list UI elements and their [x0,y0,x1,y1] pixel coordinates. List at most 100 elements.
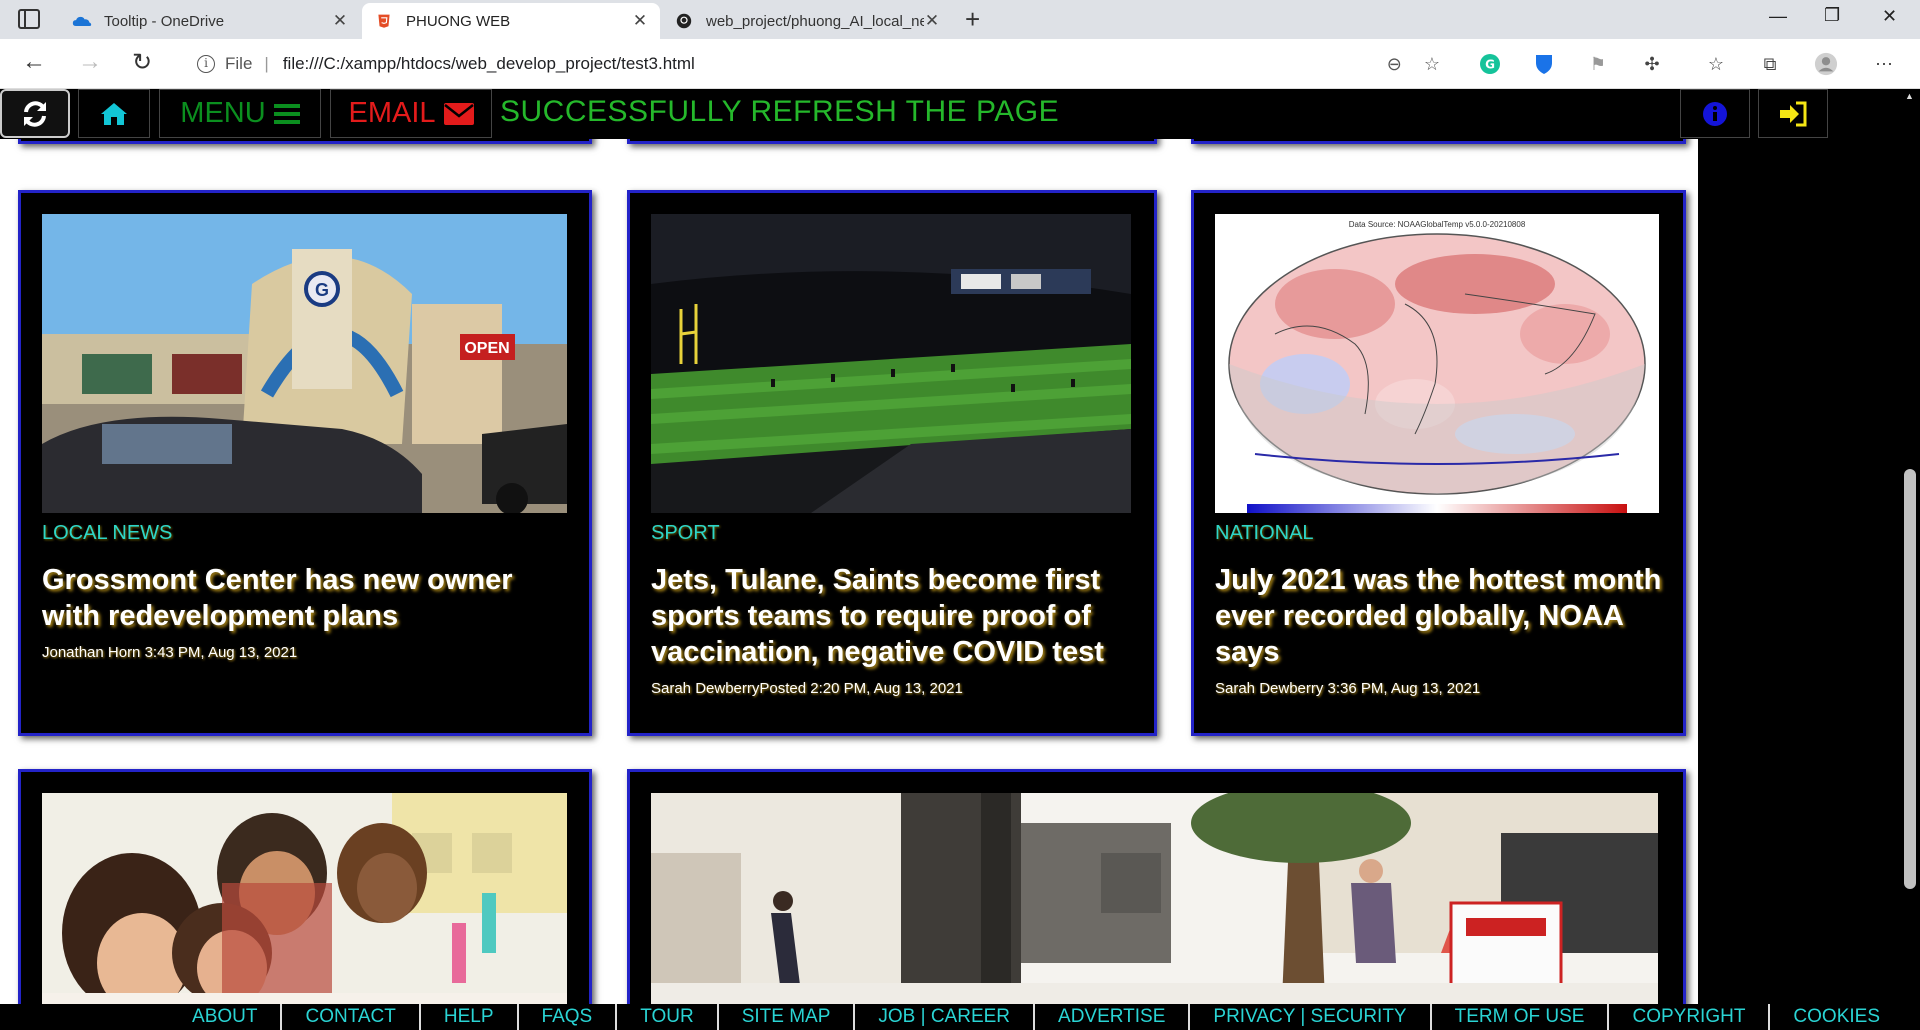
menu-label: MENU [180,97,266,129]
email-label: EMAIL [348,97,436,129]
news-image[interactable] [42,793,567,1023]
page-scrollbar[interactable]: ▲ [1900,89,1920,1030]
news-card[interactable]: SPORT Jets, Tulane, Saints become first … [627,190,1157,736]
zoom-out-icon[interactable]: ⊖ [1387,54,1402,75]
footer-link-help[interactable]: HELP [421,1004,519,1030]
right-black-panel [1698,89,1900,1030]
url-scheme: File [225,54,253,73]
footer-nav: ABOUT CONTACT HELP FAQS TOUR SITE MAP JO… [0,1004,1900,1030]
svg-text:G: G [1485,58,1495,72]
address-bar[interactable]: i File | file:///C:/xampp/htdocs/web_dev… [182,45,1454,83]
headline[interactable]: July 2021 was the hottest month ever rec… [1215,562,1667,670]
byline: Jonathan Horn 3:43 PM, Aug 13, 2021 [42,644,298,661]
restore-icon[interactable]: ❐ [1824,5,1840,26]
close-window-icon[interactable]: ✕ [1882,6,1897,27]
news-card[interactable] [627,769,1686,1030]
profile-avatar[interactable] [1814,52,1838,76]
email-button[interactable]: EMAIL [330,89,492,138]
tab-github[interactable]: web_project/phuong_AI_local_ne ✕ [662,3,952,39]
refresh-button[interactable] [0,89,70,138]
scroll-up-icon[interactable]: ▲ [1905,91,1914,101]
tab-onedrive[interactable]: Tooltip - OneDrive ✕ [60,3,360,39]
svg-text:G: G [315,280,329,300]
footer-link-tour[interactable]: TOUR [617,1004,719,1030]
close-tab-icon[interactable]: ✕ [924,11,940,31]
news-card[interactable]: Data Source: NOAAGlobalTemp v5.0.0-20210… [1191,190,1686,736]
sign-in-icon [1780,101,1807,126]
html5-icon [378,14,390,28]
temperature-map-image: Data Source: NOAAGlobalTemp v5.0.0-20210… [1215,214,1659,513]
byline: Sarah Dewberry 3:36 PM, Aug 13, 2021 [1215,680,1481,697]
footer-link-copyright[interactable]: COPYRIGHT [1609,1004,1771,1030]
scroll-thumb[interactable] [1904,469,1916,889]
footer-link-advertise[interactable]: ADVERTISE [1035,1004,1191,1030]
login-button[interactable] [1758,89,1828,138]
open-sign-text: OPEN [464,340,509,357]
minimize-icon[interactable]: — [1769,6,1787,27]
footer-link-about[interactable]: ABOUT [169,1004,283,1030]
reload-icon[interactable]: ↻ [132,48,152,77]
shield-extension-icon[interactable] [1532,52,1556,76]
news-image[interactable] [651,214,1131,513]
tab-phuong-web[interactable]: PHUONG WEB ✕ [362,3,660,39]
footer-link-site-map[interactable]: SITE MAP [719,1004,856,1030]
page-viewport: ▲ MENU EMAIL SUCCESSFULLY REFRESH THE PA… [0,89,1920,1030]
browser-toolbar: ← → ↻ i File | file:///C:/xampp/htdocs/w… [0,39,1920,89]
tab-title: PHUONG WEB [406,12,511,30]
back-arrow-icon[interactable]: ← [22,48,46,76]
campus-photo [651,793,1658,1023]
grammarly-icon[interactable]: G [1478,52,1502,76]
footer-link-term-of-use[interactable]: TERM OF USE [1432,1004,1610,1030]
map-caption: Data Source: NOAAGlobalTemp v5.0.0-20210… [1349,220,1526,229]
url-divider: | [264,54,269,73]
byline: Sarah DewberryPosted 2:20 PM, Aug 13, 20… [651,680,963,697]
headline[interactable]: Grossmont Center has new owner with rede… [42,562,573,634]
tab-actions-icon[interactable] [18,9,40,29]
news-image[interactable]: Data Source: NOAAGlobalTemp v5.0.0-20210… [1215,214,1659,513]
footer-link-faqs[interactable]: FAQS [519,1004,618,1030]
category-label[interactable]: NATIONAL [1215,522,1314,545]
headline[interactable]: Jets, Tulane, Saints become first sports… [651,562,1138,670]
flag-icon[interactable]: ⚑ [1586,52,1610,76]
info-icon [1703,101,1727,126]
tab-title: Tooltip - OneDrive [104,12,225,30]
tab-title: web_project/phuong_AI_local_ne [706,12,924,30]
url-text[interactable]: file:///C:/xampp/htdocs/web_develop_proj… [283,54,695,74]
footer-link-privacy-security[interactable]: PRIVACY | SECURITY [1190,1004,1432,1030]
news-image[interactable] [651,793,1658,1023]
envelope-icon [443,102,474,125]
mall-photo: G OPEN [42,214,567,513]
extensions-icon[interactable]: ✣ [1640,52,1664,76]
onedrive-icon [72,16,92,26]
menu-button[interactable]: MENU [159,89,321,138]
footer-link-job-career[interactable]: JOB | CAREER [855,1004,1036,1030]
github-icon [676,13,692,29]
hamburger-icon [273,103,300,124]
close-tab-icon[interactable]: ✕ [632,11,648,31]
favorites-icon[interactable]: ☆ [1704,52,1728,76]
category-label[interactable]: SPORT [651,522,720,545]
close-tab-icon[interactable]: ✕ [332,11,348,31]
kids-photo [42,793,567,1023]
stadium-photo [651,214,1131,513]
news-card[interactable] [18,769,592,1030]
forward-arrow-icon[interactable]: → [78,48,102,76]
app-top-bar: MENU EMAIL SUCCESSFULLY REFRESH THE PAGE [0,89,1830,139]
news-image[interactable]: G OPEN [42,214,567,513]
site-info-icon[interactable]: i [197,55,215,73]
new-tab-button[interactable]: + [965,4,980,35]
collections-icon[interactable]: ⧉ [1758,52,1782,76]
home-button[interactable] [78,89,150,138]
status-message: SUCCESSFULLY REFRESH THE PAGE [500,95,1060,128]
news-card[interactable]: G OPEN LOCAL NEWS Grossmont Center has n… [18,190,592,736]
footer-link-contact[interactable]: CONTACT [282,1004,421,1030]
add-favorite-icon[interactable]: ☆ [1424,54,1440,75]
browser-tab-bar: Tooltip - OneDrive ✕ PHUONG WEB ✕ web_pr… [0,0,1920,39]
address-bar-actions: ⊖ ☆ [1387,45,1440,83]
category-label[interactable]: LOCAL NEWS [42,522,172,545]
more-options-icon[interactable]: ⋯ [1872,52,1896,76]
home-icon [101,102,127,125]
refresh-icon [24,100,46,127]
info-button[interactable] [1680,89,1750,138]
footer-link-cookies[interactable]: COOKIES [1770,1004,1880,1030]
